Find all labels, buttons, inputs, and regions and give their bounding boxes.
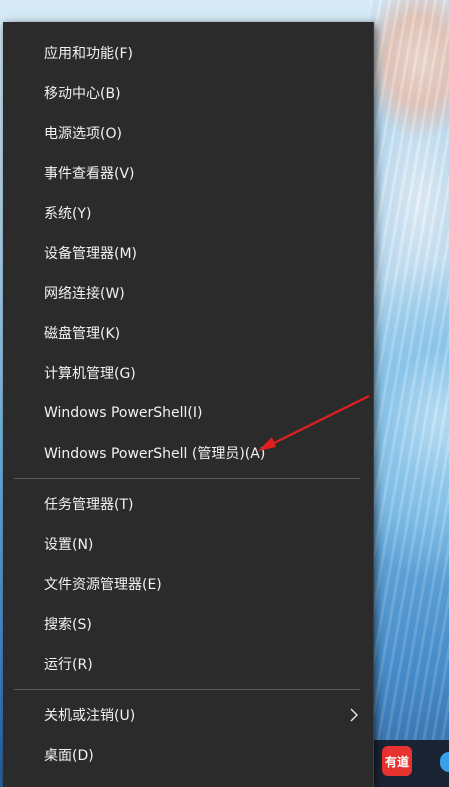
menu-separator [14,689,360,690]
menu-item-run[interactable]: 运行(R) [3,644,373,684]
menu-item-apps-and-features[interactable]: 应用和功能(F) [3,33,373,73]
menu-item-shutdown-or-sign-out[interactable]: 关机或注销(U) [3,695,373,735]
menu-item-search[interactable]: 搜索(S) [3,604,373,644]
menu-item-label: 设备管理器(M) [44,246,138,262]
menu-item-task-manager[interactable]: 任务管理器(T) [3,484,373,524]
menu-item-label: 计算机管理(G) [44,366,136,382]
menu-item-powershell[interactable]: Windows PowerShell(I) [3,393,373,433]
wallpaper-art [370,0,449,740]
youdao-dictionary-icon[interactable]: 有道 [382,746,412,776]
menu-item-label: 桌面(D) [44,748,94,764]
menu-item-label: 关机或注销(U) [44,708,136,724]
chevron-right-icon [350,708,358,722]
menu-item-label: 磁盘管理(K) [44,326,121,342]
menu-item-power-options[interactable]: 电源选项(O) [3,113,373,153]
menu-item-label: 移动中心(B) [44,86,121,102]
menu-item-file-explorer[interactable]: 文件资源管理器(E) [3,564,373,604]
browser-icon[interactable] [440,752,449,772]
menu-item-disk-management[interactable]: 磁盘管理(K) [3,313,373,353]
menu-item-label: 运行(R) [44,657,93,673]
menu-item-settings[interactable]: 设置(N) [3,524,373,564]
menu-item-label: 应用和功能(F) [44,46,133,62]
menu-item-device-manager[interactable]: 设备管理器(M) [3,233,373,273]
menu-item-event-viewer[interactable]: 事件查看器(V) [3,153,373,193]
winx-context-menu: 应用和功能(F) 移动中心(B) 电源选项(O) 事件查看器(V) 系统(Y) … [3,22,374,787]
menu-item-desktop[interactable]: 桌面(D) [3,735,373,775]
menu-item-label: Windows PowerShell(I) [44,405,203,421]
menu-item-label: 系统(Y) [44,206,92,222]
menu-item-mobility-center[interactable]: 移动中心(B) [3,73,373,113]
menu-item-powershell-admin[interactable]: Windows PowerShell (管理员)(A) [3,433,373,473]
menu-item-system[interactable]: 系统(Y) [3,193,373,233]
menu-item-label: 搜索(S) [44,617,92,633]
menu-item-network-connections[interactable]: 网络连接(W) [3,273,373,313]
menu-item-label: Windows PowerShell (管理员)(A) [44,446,266,462]
menu-separator [14,478,360,479]
menu-item-label: 电源选项(O) [44,126,122,142]
menu-item-label: 网络连接(W) [44,286,125,302]
menu-item-computer-management[interactable]: 计算机管理(G) [3,353,373,393]
menu-item-label: 任务管理器(T) [44,497,134,513]
menu-item-label: 文件资源管理器(E) [44,577,162,593]
menu-item-label: 设置(N) [44,537,94,553]
menu-item-label: 事件查看器(V) [44,166,135,182]
